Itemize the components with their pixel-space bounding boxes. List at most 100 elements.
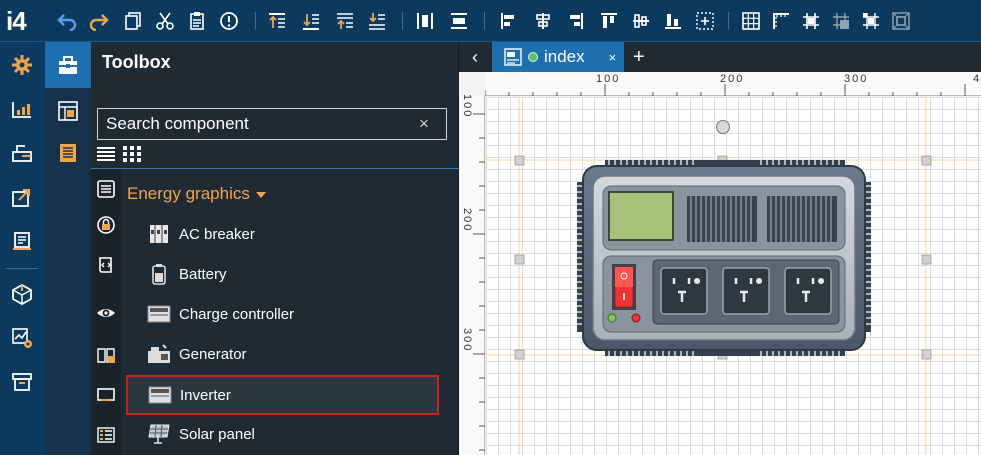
- align-left-button[interactable]: [498, 10, 520, 32]
- add-tab-button[interactable]: +: [633, 46, 645, 69]
- align-bottom-icon: [665, 14, 681, 29]
- cut-button[interactable]: [154, 10, 176, 32]
- report-icon: [13, 232, 31, 250]
- toolbox-rail-button[interactable]: [45, 42, 91, 88]
- main-navigation-rail: [0, 42, 45, 455]
- center-frame-icon: [696, 12, 714, 30]
- send-to-back-button[interactable]: [366, 10, 388, 32]
- undo-button[interactable]: [56, 10, 78, 32]
- tabs-back-button[interactable]: ‹: [459, 42, 491, 72]
- validate-button[interactable]: [218, 10, 240, 32]
- send-backward-button[interactable]: [300, 10, 322, 32]
- gear-icon: [12, 55, 32, 75]
- snap-center-button[interactable]: [860, 10, 882, 32]
- snap-object-icon: [833, 13, 849, 29]
- align-center-icon: [536, 13, 550, 29]
- solar-panel-icon: [147, 423, 171, 445]
- alert-circle-icon: [220, 12, 238, 30]
- component-solar-panel[interactable]: Solar panel: [127, 415, 439, 453]
- category-basic[interactable]: [96, 179, 116, 199]
- export-icon: [12, 189, 30, 207]
- fit-screen-icon: [892, 12, 910, 30]
- component-label: Solar panel: [179, 425, 255, 443]
- category-display[interactable]: [96, 385, 116, 405]
- reports-button[interactable]: [8, 227, 36, 255]
- inverter-icon: [148, 384, 172, 406]
- bring-to-front-icon: [337, 13, 353, 29]
- category-scripts[interactable]: [96, 255, 116, 275]
- paste-button[interactable]: [186, 10, 208, 32]
- tab-index[interactable]: index ×: [492, 42, 624, 72]
- redo-icon: [89, 14, 109, 31]
- tab-label: index: [544, 47, 585, 66]
- align-top-button[interactable]: [598, 10, 620, 32]
- distribute-vertical-button[interactable]: [448, 10, 470, 32]
- close-tab-icon[interactable]: ×: [609, 50, 617, 65]
- align-bottom-button[interactable]: [662, 10, 684, 32]
- category-lists[interactable]: [96, 425, 116, 445]
- component-charge-controller[interactable]: Charge controller: [127, 295, 439, 333]
- toolbar-separator: [484, 12, 485, 30]
- copy-icon: [125, 12, 141, 30]
- distribute-vertical-icon: [451, 13, 467, 29]
- view-toggle: [97, 146, 141, 162]
- send-backward-icon: [303, 14, 319, 30]
- send-to-back-icon: [369, 13, 385, 30]
- bring-forward-button[interactable]: [266, 10, 288, 32]
- archive-icon: [12, 373, 32, 391]
- battery-icon: [147, 263, 171, 285]
- snap-grid-button[interactable]: [800, 10, 822, 32]
- component-battery[interactable]: Battery: [127, 255, 439, 293]
- distribute-horizontal-button[interactable]: [414, 10, 436, 32]
- list-view-icon[interactable]: [97, 146, 115, 162]
- scissors-icon: [156, 12, 174, 30]
- copy-button[interactable]: [122, 10, 144, 32]
- component-label: AC breaker: [179, 225, 255, 243]
- snap-object-button[interactable]: [830, 10, 852, 32]
- bring-to-front-button[interactable]: [334, 10, 356, 32]
- list-box-icon: [97, 180, 115, 198]
- center-selection-button[interactable]: [694, 10, 716, 32]
- toolbox-icon: [59, 56, 77, 74]
- status-dot-icon: [528, 52, 538, 62]
- clear-search-icon[interactable]: ×: [419, 114, 429, 134]
- book-icon: [97, 348, 115, 363]
- grid-icon: [742, 12, 760, 30]
- rulers-button[interactable]: [770, 10, 792, 32]
- align-right-button[interactable]: [564, 10, 586, 32]
- search-input[interactable]: Search component: [97, 108, 447, 140]
- component-inverter[interactable]: Inverter: [126, 375, 439, 415]
- settings-button[interactable]: [8, 51, 36, 79]
- grid-view-icon[interactable]: [123, 146, 141, 162]
- redo-button[interactable]: [88, 10, 110, 32]
- archive-button[interactable]: [8, 368, 36, 396]
- breaker-icon: [147, 223, 171, 245]
- import-button[interactable]: [8, 139, 36, 167]
- category-security[interactable]: [96, 215, 116, 235]
- chart-gear-icon: [12, 328, 32, 348]
- grid-button[interactable]: [740, 10, 762, 32]
- align-center-button[interactable]: [532, 10, 554, 32]
- align-left-icon: [501, 13, 514, 29]
- component-generator[interactable]: Generator: [127, 335, 439, 373]
- category-visibility[interactable]: [96, 303, 116, 323]
- packages-button[interactable]: [8, 280, 36, 308]
- layout-rail-button[interactable]: [57, 100, 79, 122]
- align-middle-button[interactable]: [630, 10, 652, 32]
- snap-grid-icon: [803, 13, 819, 29]
- inverter-graphic[interactable]: [575, 160, 875, 360]
- component-group-title[interactable]: Energy graphics: [127, 184, 266, 204]
- component-ac-breaker[interactable]: AC breaker: [127, 215, 439, 253]
- monitor-settings-button[interactable]: [8, 324, 36, 352]
- fit-screen-button[interactable]: [890, 10, 912, 32]
- distribute-horizontal-icon: [417, 13, 433, 29]
- page-icon: [504, 48, 522, 66]
- properties-list-icon: [60, 144, 76, 162]
- dashboard-icon: [12, 102, 31, 118]
- export-button[interactable]: [8, 183, 36, 211]
- component-label: Charge controller: [179, 305, 295, 323]
- design-canvas[interactable]: 100 200 300 4 100 200 300: [459, 72, 981, 455]
- dashboard-button[interactable]: [8, 95, 36, 123]
- category-library[interactable]: [96, 345, 116, 365]
- properties-rail-button[interactable]: [57, 142, 79, 164]
